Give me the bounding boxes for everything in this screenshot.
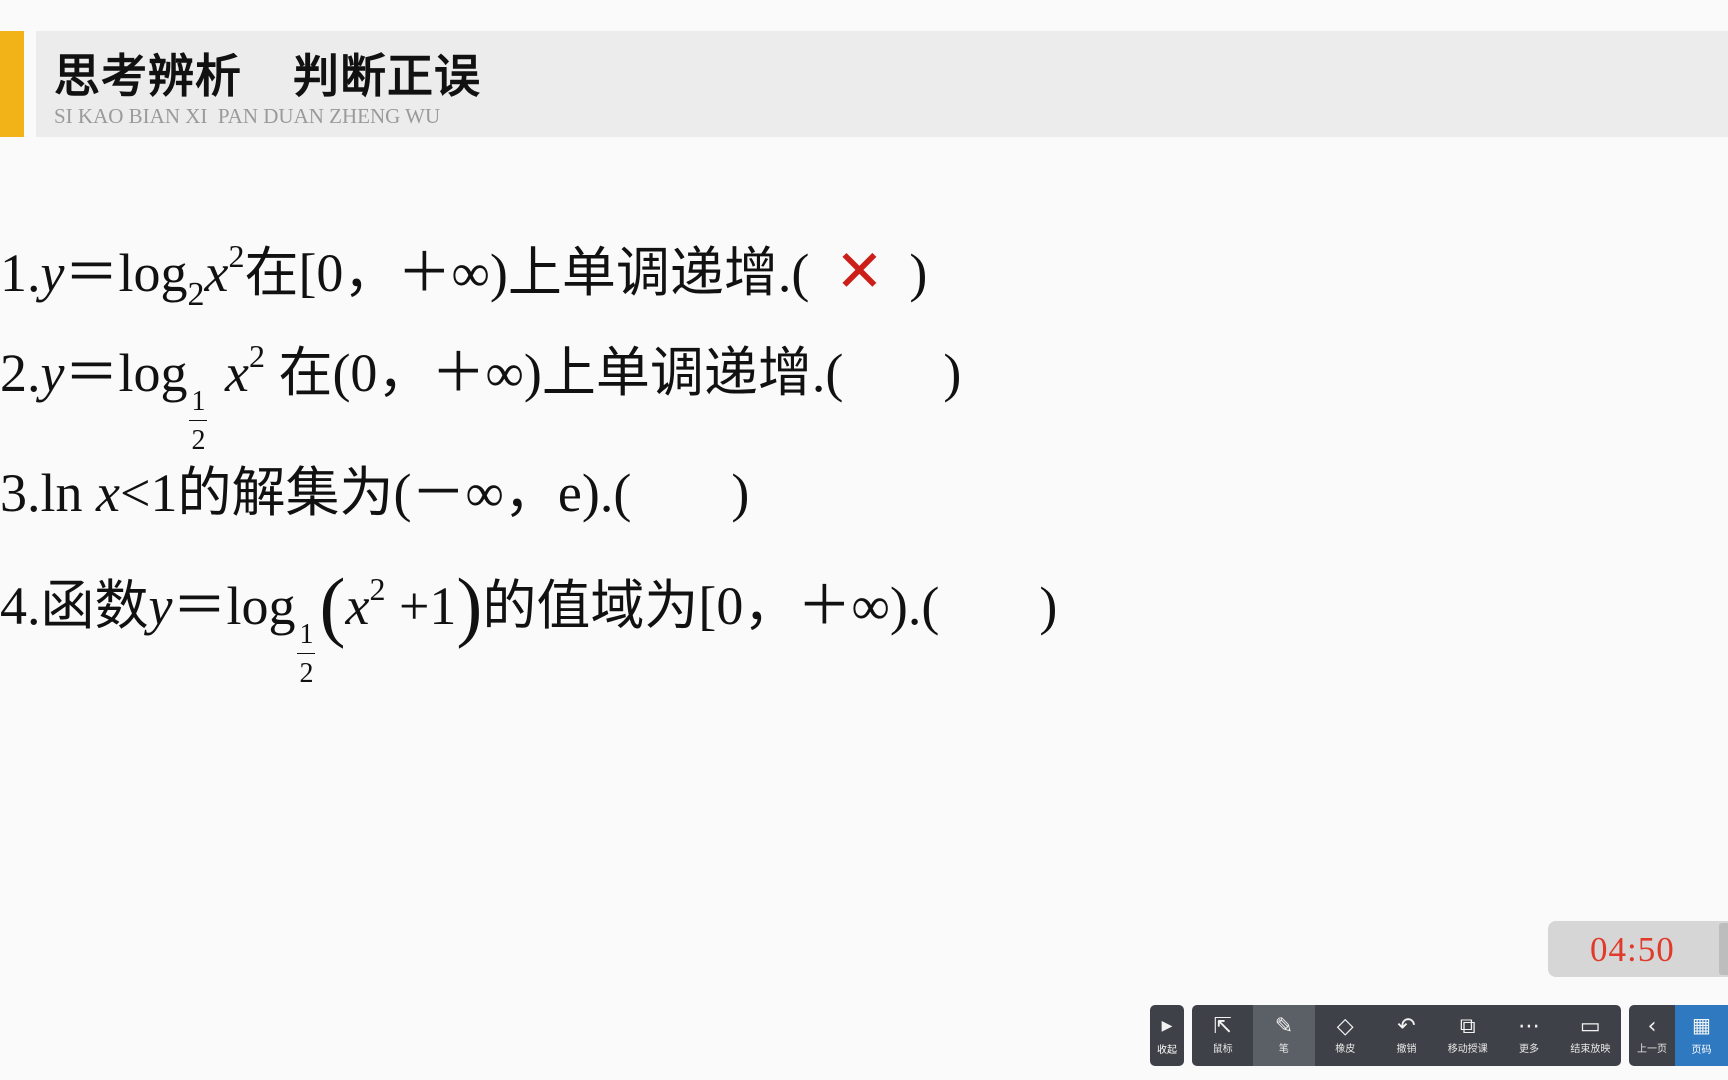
mouse-tool-label: 鼠标 [1212,1044,1233,1055]
question-3: 3.ln x<1的解集为(－∞，e).() [0,466,749,520]
eraser-tool-label: 橡皮 [1335,1044,1356,1055]
q3-x: x [96,463,120,523]
q3-prefix: 3.ln [0,463,97,523]
q1-log-base: 2 [187,276,205,313]
presentation-toolbar: ⇱ 鼠标 ✎ 笔 ◇ 橡皮 ↶ 撤销 ⧉ 移动授课 ⋯ 更多 ▭ 结束放映 [1192,1005,1621,1066]
q4-frac-numerator: 1 [297,621,316,654]
q4-close-big-paren: ) [456,562,483,649]
page-grid-icon: ▦ [1692,1013,1711,1037]
pen-tool-button[interactable]: ✎ 笔 [1253,1005,1315,1066]
q4-close-paren: ) [1039,576,1058,636]
end-slideshow-label: 结束放映 [1570,1044,1611,1055]
q4-prefix: 4.函数 [0,576,149,636]
timer-value: 04:50 [1590,930,1675,969]
q2-statement: 在(0，＋∞)上单调递增.( [278,343,844,403]
undo-label: 撤销 [1396,1044,1417,1055]
q2-exponent: 2 [248,338,265,374]
q4-statement: 的值域为[0，＋∞).( [482,576,940,636]
screen-cast-icon: ⧉ [1459,1014,1476,1039]
q1-statement: 在[0，＋∞)上单调递增.( [244,243,810,303]
page-number-button[interactable]: ▦ 页码 [1675,1005,1728,1066]
q2-number: 2. [0,343,41,403]
q1-exponent: 2 [228,238,245,274]
q1-close-paren: ) [909,243,928,303]
more-icon: ⋯ [1518,1014,1541,1039]
q2-y: y [40,343,65,403]
q3-statement: <1的解集为(－∞，e).( [119,463,632,523]
header-accent-bar [0,31,24,137]
pen-icon: ✎ [1274,1014,1294,1039]
q4-x: x [345,576,370,636]
q4-plus-one: +1 [385,576,457,636]
undo-icon: ↶ [1397,1014,1416,1039]
q3-close-paren: ) [731,463,750,523]
q2-log-base-fraction: 12 [189,388,208,456]
question-2: 2.y＝log 1 2 x2 在(0，＋∞)上单调递增.() [0,340,961,455]
q4-log-base-fraction: 12 [297,621,316,689]
page-navigation: ‹ 上一页 ▦ 页码 [1629,1005,1728,1066]
question-1: 1.y＝log2x2在[0，＋∞)上单调递增.(✕) [0,240,927,312]
slide-subtitle: SI KAO BIAN XI PAN DUAN ZHENG WU [54,104,441,128]
q2-frac-denominator: 2 [191,425,206,456]
q1-y: y [40,243,65,303]
q4-frac-denominator: 2 [299,658,314,689]
timer-handle[interactable] [1719,923,1728,975]
end-slideshow-button[interactable]: ▭ 结束放映 [1560,1005,1621,1066]
q4-y: y [148,576,173,636]
chevron-left-icon: ‹ [1647,1014,1657,1039]
q1-answer-mark: ✕ [835,237,884,305]
mouse-tool-button[interactable]: ⇱ 鼠标 [1192,1005,1253,1066]
q1-log: ＝log [64,243,188,303]
mobile-teaching-button[interactable]: ⧉ 移动授课 [1437,1005,1498,1066]
q4-open-paren: ( [319,562,346,649]
pen-tool-label: 笔 [1278,1044,1289,1055]
cursor-icon: ⇱ [1213,1014,1232,1039]
q1-number: 1. [0,243,41,303]
previous-page-button[interactable]: ‹ 上一页 [1629,1005,1675,1066]
collapse-button[interactable]: ▶ 收起 [1150,1005,1184,1066]
q2-close-paren: ) [943,343,962,403]
q1-x: x [204,243,229,303]
more-button[interactable]: ⋯ 更多 [1498,1005,1559,1066]
collapse-label: 收起 [1157,1045,1177,1056]
q4-log: ＝log [172,576,296,636]
mobile-teaching-label: 移动授课 [1447,1044,1488,1055]
question-4: 4.函数y＝log 1 2 (x2 +1)的值域为[0，＋∞).() [0,567,1057,688]
eraser-icon: ◇ [1336,1014,1354,1039]
play-icon: ▶ [1161,1018,1173,1034]
q2-frac-numerator: 1 [189,388,208,421]
eraser-tool-button[interactable]: ◇ 橡皮 [1315,1005,1376,1066]
q2-log: ＝log [64,343,188,403]
q4-exponent: 2 [369,571,386,607]
page-number-label: 页码 [1691,1045,1712,1056]
monitor-icon: ▭ [1579,1014,1601,1039]
previous-page-label: 上一页 [1637,1044,1667,1055]
q2-x: x [224,343,249,403]
more-label: 更多 [1519,1044,1540,1055]
undo-button[interactable]: ↶ 撤销 [1376,1005,1437,1066]
slide-title: 思考辨析 判断正误 [54,49,482,103]
